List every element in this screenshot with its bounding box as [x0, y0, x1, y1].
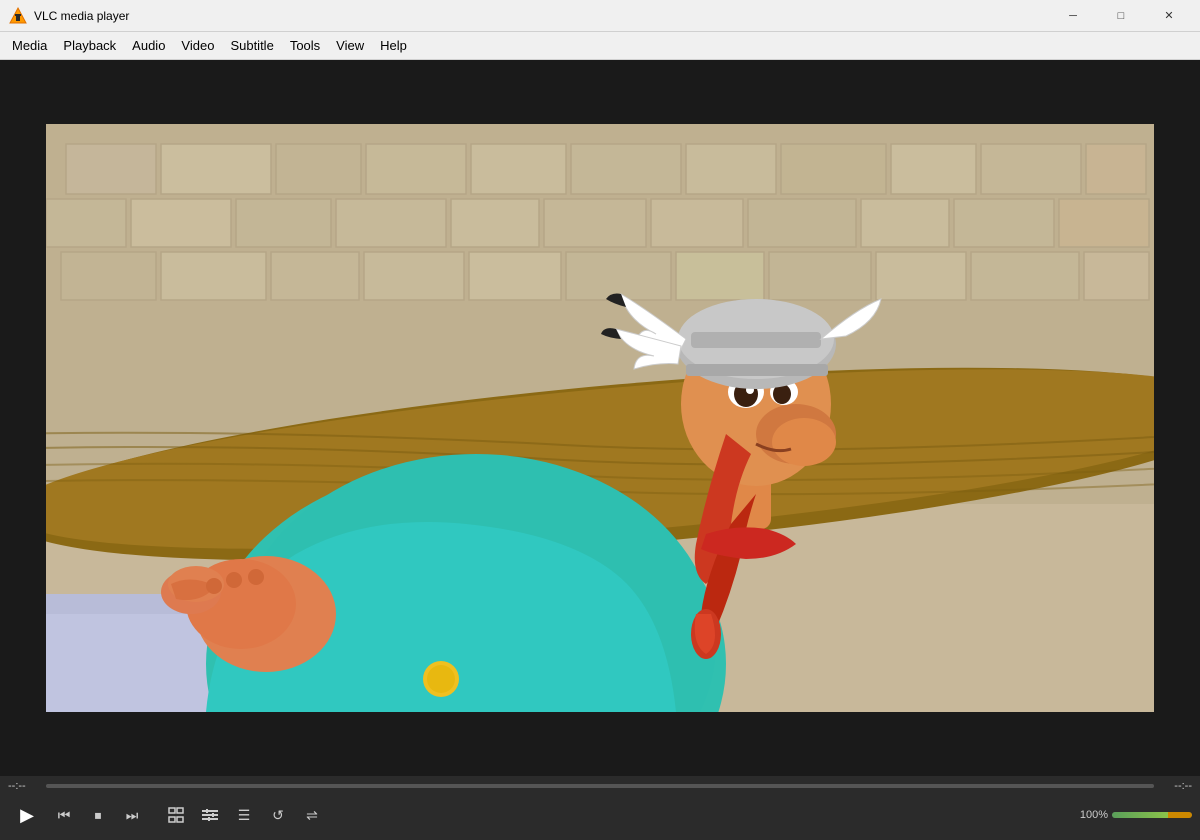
play-button[interactable]: ▶	[8, 796, 46, 834]
menu-item-view[interactable]: View	[328, 34, 372, 57]
volume-bar[interactable]	[1112, 812, 1192, 818]
extended-settings-button[interactable]	[194, 799, 226, 831]
video-frame	[46, 124, 1154, 712]
loop-button[interactable]: ↺	[262, 799, 294, 831]
volume-level-green	[1112, 812, 1168, 818]
menu-item-subtitle[interactable]: Subtitle	[222, 34, 281, 57]
fullscreen-button[interactable]	[160, 799, 192, 831]
menu-item-media[interactable]: Media	[4, 34, 55, 57]
menu-item-video[interactable]: Video	[173, 34, 222, 57]
menu-bar: MediaPlaybackAudioVideoSubtitleToolsView…	[0, 32, 1200, 60]
title-bar: VLC media player ─ □ ✕	[0, 0, 1200, 32]
playlist-button[interactable]: ☰	[228, 799, 260, 831]
time-elapsed: --:--	[8, 780, 40, 792]
controls-area: --:-- --:-- ▶ ⏮ ⏹ ⏭	[0, 776, 1200, 840]
prev-button[interactable]: ⏮	[48, 799, 80, 831]
seek-bar[interactable]	[46, 784, 1154, 788]
time-remaining: --:--	[1160, 780, 1192, 792]
menu-item-tools[interactable]: Tools	[282, 34, 328, 57]
shuffle-button[interactable]: ⇌	[296, 799, 328, 831]
next-button[interactable]: ⏭	[116, 799, 148, 831]
video-container[interactable]	[0, 60, 1200, 776]
menu-item-playback[interactable]: Playback	[55, 34, 124, 57]
minimize-button[interactable]: ─	[1050, 0, 1096, 32]
stop-button[interactable]: ⏹	[82, 799, 114, 831]
seek-row: --:-- --:--	[8, 780, 1192, 792]
buttons-row: ▶ ⏮ ⏹ ⏭	[8, 796, 1192, 834]
maximize-button[interactable]: □	[1098, 0, 1144, 32]
vlc-logo	[8, 6, 28, 26]
window-controls: ─ □ ✕	[1050, 0, 1192, 32]
menu-item-audio[interactable]: Audio	[124, 34, 173, 57]
menu-item-help[interactable]: Help	[372, 34, 415, 57]
volume-area: 100%	[1080, 809, 1192, 821]
volume-level-orange	[1168, 812, 1192, 818]
app-title: VLC media player	[34, 9, 1050, 23]
close-button[interactable]: ✕	[1146, 0, 1192, 32]
volume-label: 100%	[1080, 809, 1108, 821]
